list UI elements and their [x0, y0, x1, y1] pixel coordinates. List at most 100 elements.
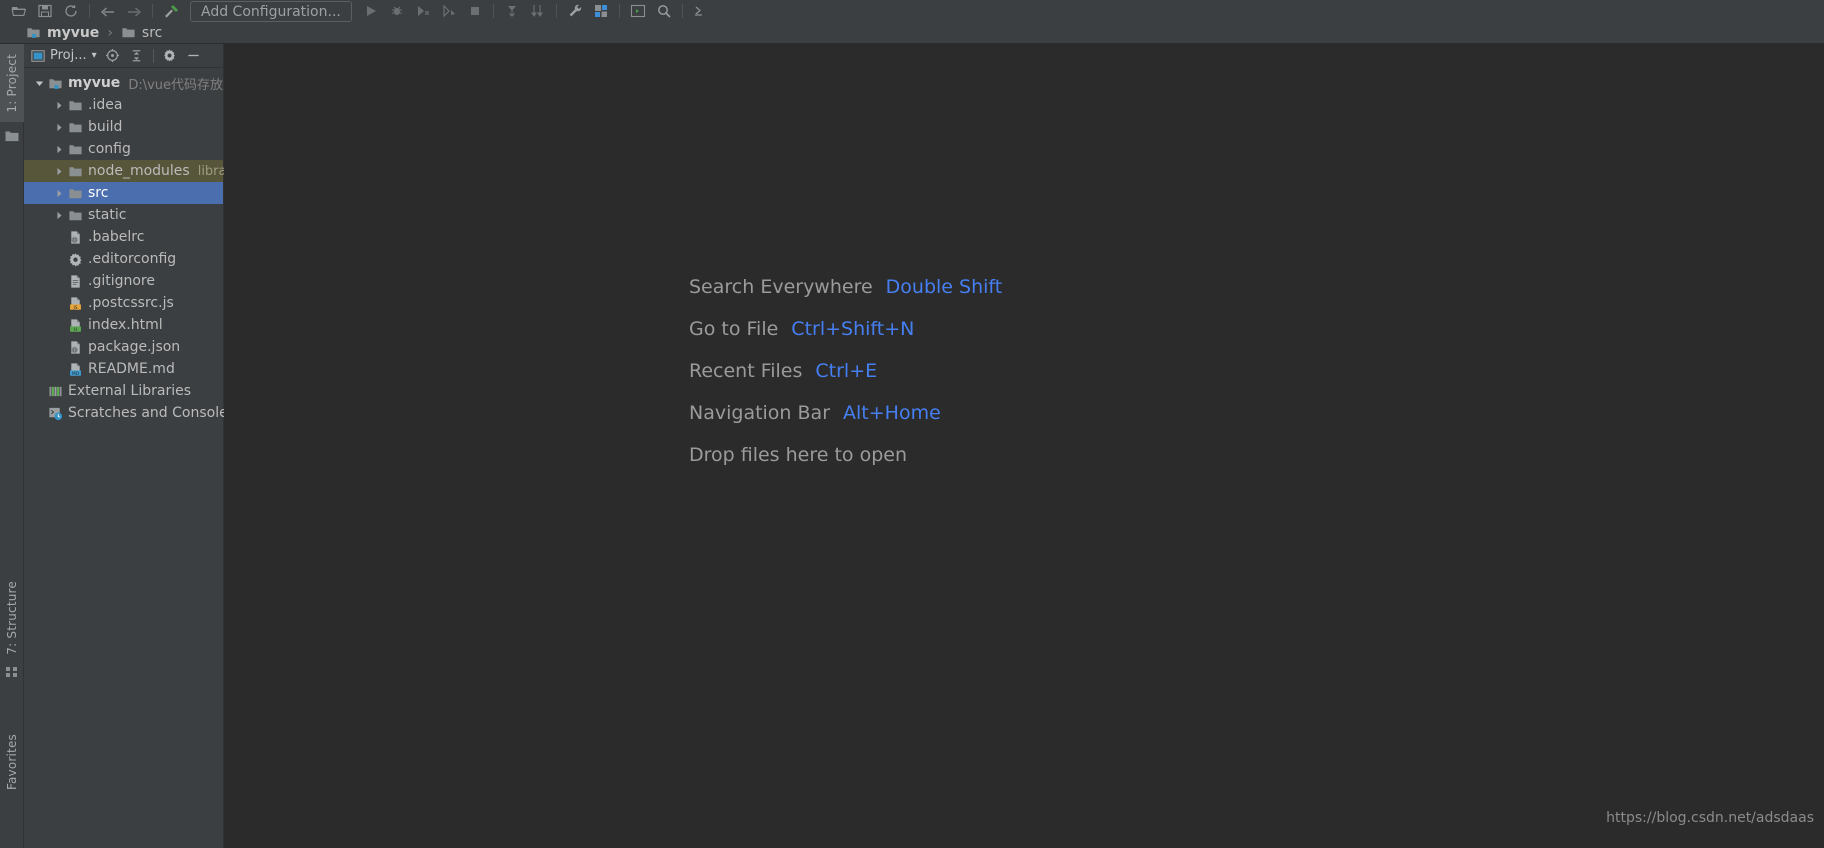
run-with-coverage-icon[interactable] — [410, 0, 436, 22]
chevron-down-icon[interactable] — [32, 72, 46, 94]
folder-icon — [66, 182, 84, 204]
collapse-all-icon[interactable] — [126, 45, 148, 67]
chevron-right-icon[interactable] — [52, 94, 66, 116]
open-folder-icon[interactable] — [6, 0, 32, 22]
run-configuration-selector[interactable]: Add Configuration... — [190, 1, 352, 22]
tree-row-label: README.md — [88, 361, 175, 377]
tree-row[interactable]: myvue D:\vue代码存放处 — [24, 72, 236, 94]
wrench-icon[interactable] — [562, 0, 588, 22]
svg-text:MD: MD — [71, 370, 79, 376]
main-toolbar: Add Configuration... — [0, 0, 1824, 22]
breadcrumb-item-src[interactable]: src — [121, 25, 162, 41]
project-view-selector[interactable]: Proj... ▾ — [28, 48, 100, 63]
tool-window-label: 1: Project — [5, 53, 19, 113]
tree-row[interactable]: Scratches and Consoles — [24, 402, 235, 424]
project-file-tree[interactable]: myvue D:\vue代码存放处 .idea build config node_mod… — [24, 68, 240, 848]
tree-row[interactable]: Hindex.html — [24, 314, 223, 336]
debug-icon[interactable] — [384, 0, 410, 22]
sidebar-item-project[interactable]: 1: Project — [0, 44, 24, 122]
tree-row-label: .idea — [88, 97, 123, 113]
toolbar-separator — [681, 4, 683, 18]
project-tool-window: Proj... ▾ myvue D:\vue代码存放处 .idea build … — [24, 44, 240, 848]
build-hammer-icon[interactable] — [158, 0, 184, 22]
ide-window: Add Configuration... myvue › src 1: Proj… — [0, 0, 1824, 848]
tree-row[interactable]: src — [24, 182, 223, 204]
tree-row-label: Scratches and Consoles — [68, 405, 235, 421]
sidebar-item-favorites[interactable]: Favorites — [0, 724, 24, 800]
breadcrumb: myvue › src — [0, 22, 1824, 44]
stop-icon[interactable] — [462, 0, 488, 22]
chevron-right-icon[interactable] — [52, 138, 66, 160]
svg-text:H: H — [73, 326, 76, 332]
tree-row-label: build — [88, 119, 123, 135]
run-anything-icon[interactable] — [625, 0, 651, 22]
chevron-right-icon[interactable] — [52, 182, 66, 204]
tree-row[interactable]: .gitignore — [24, 270, 223, 292]
select-opened-file-icon[interactable] — [102, 45, 124, 67]
tree-row[interactable]: MD README.md — [24, 358, 223, 380]
gear-file-icon — [66, 248, 84, 270]
settings-gear-icon[interactable] — [159, 45, 181, 67]
tree-row[interactable]: node_modules library — [24, 160, 240, 182]
tree-row[interactable]: {} package.json — [24, 336, 223, 358]
chevron-right-icon[interactable] — [52, 116, 66, 138]
run-icon[interactable] — [358, 0, 384, 22]
tree-row-label: .editorconfig — [88, 251, 177, 267]
js-file-icon: JS — [66, 292, 84, 314]
structure-icon[interactable] — [4, 664, 20, 680]
chevron-right-icon[interactable] — [52, 160, 66, 182]
chevron-right-icon[interactable] — [52, 204, 66, 226]
hide-panel-icon[interactable] — [183, 45, 205, 67]
tree-row[interactable]: .idea — [24, 94, 223, 116]
project-panel-header: Proj... ▾ — [24, 44, 223, 68]
shortcut-action-label: Search Everywhere — [689, 276, 873, 298]
update-project-icon[interactable] — [499, 0, 525, 22]
tree-row-label: index.html — [88, 317, 163, 333]
project-structure-icon[interactable] — [588, 0, 614, 22]
profile-icon[interactable] — [436, 0, 462, 22]
html-file-icon: H — [66, 314, 84, 336]
tool-window-label: Favorites — [5, 733, 19, 790]
toolbar-separator — [152, 4, 153, 18]
shortcut-key-label: Ctrl+Shift+N — [791, 318, 915, 340]
breadcrumb-separator: › — [107, 24, 113, 41]
tree-row-sublabel: D:\vue代码存放处 — [128, 77, 237, 93]
tree-row[interactable]: static — [24, 204, 223, 226]
search-everywhere-icon[interactable] — [651, 0, 677, 22]
shortcuts-hint-list: Search Everywhere Double Shift Go to File C… — [689, 266, 1002, 476]
tree-row[interactable]: {} .babelrc — [24, 226, 223, 248]
json-file-icon: {} — [66, 226, 84, 248]
shortcut-key-label: Ctrl+E — [815, 360, 878, 382]
tree-row[interactable]: External Libraries — [24, 380, 223, 402]
sidebar-item-structure[interactable]: 7: Structure — [0, 574, 24, 662]
tree-row[interactable]: .editorconfig — [24, 248, 223, 270]
commit-icon[interactable] — [525, 0, 551, 22]
tree-row[interactable]: JS .postcssrc.js — [24, 292, 223, 314]
undo-arrow-icon[interactable] — [95, 0, 121, 22]
chevron-down-icon[interactable]: ▾ — [92, 50, 97, 61]
breadcrumb-item-myvue[interactable]: myvue — [26, 25, 99, 41]
tree-row[interactable]: build — [24, 116, 223, 138]
text-file-icon — [66, 270, 84, 292]
project-folder-icon[interactable] — [4, 128, 20, 144]
project-view-icon — [31, 49, 45, 63]
tree-row-label: myvue — [68, 75, 121, 91]
folder-icon — [66, 116, 84, 138]
project-view-label: Proj... — [50, 48, 87, 63]
module-folder-icon — [26, 25, 41, 40]
save-all-icon[interactable] — [32, 0, 58, 22]
shortcut-key-label: Double Shift — [885, 276, 1003, 298]
terminal-icon[interactable] — [688, 0, 714, 22]
sync-refresh-icon[interactable] — [58, 0, 84, 22]
tree-row[interactable]: config — [24, 138, 223, 160]
tree-row-label: static — [88, 207, 127, 223]
redo-arrow-icon[interactable] — [121, 0, 147, 22]
breadcrumb-label: myvue — [47, 24, 100, 41]
folder-icon — [66, 94, 84, 116]
